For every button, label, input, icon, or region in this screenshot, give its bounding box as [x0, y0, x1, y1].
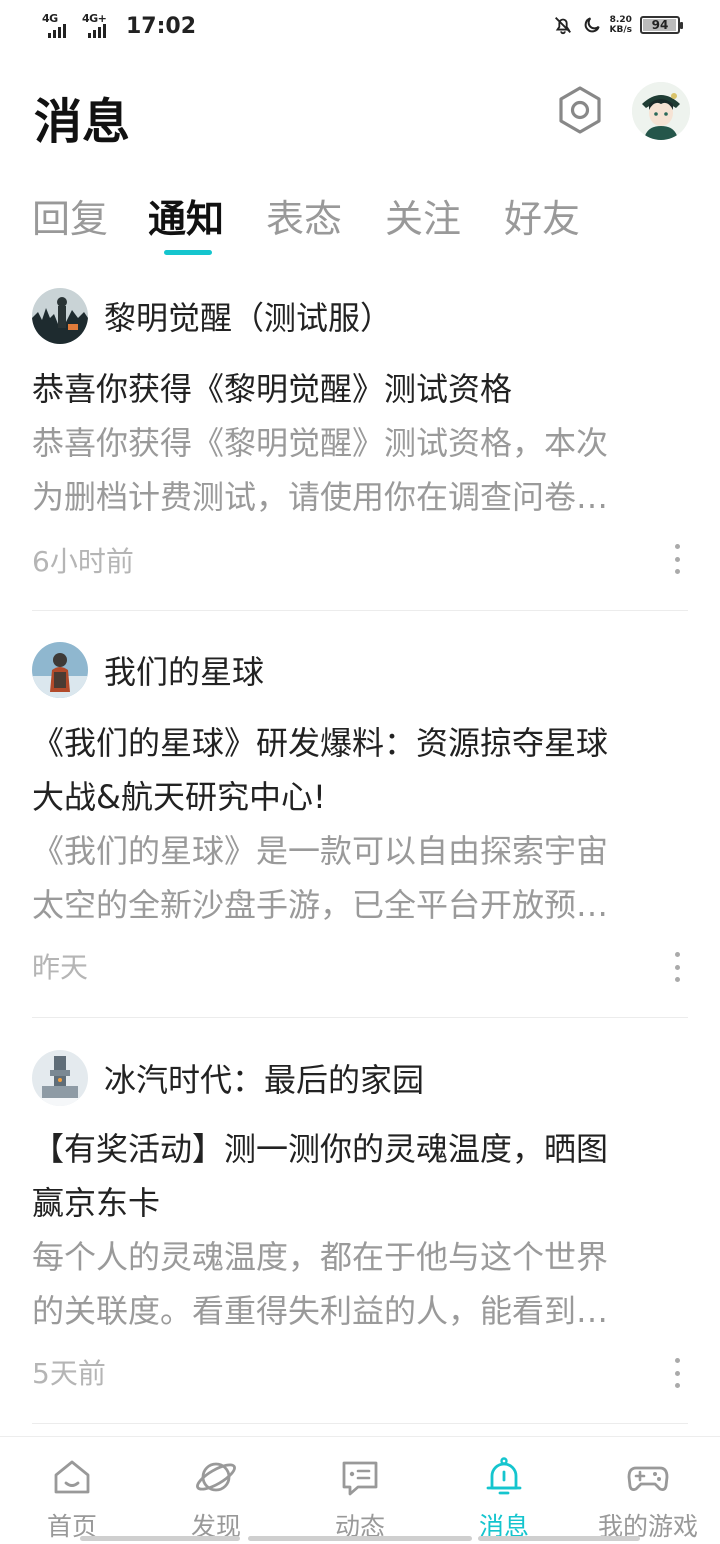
message-title: 恭喜你获得《黎明觉醒》测试资格: [32, 370, 513, 408]
message-title-line: 大战&航天研究中心!: [32, 778, 326, 816]
message-time: 6小时前: [32, 545, 134, 578]
sender-name: 黎明觉醒（测试服）: [104, 299, 393, 337]
more-options-icon[interactable]: [672, 544, 682, 574]
message-body-line: 的关联度。看重得失利益的人，能看到…: [32, 1292, 609, 1330]
page-title: 消息: [34, 94, 131, 150]
more-options-icon[interactable]: [672, 952, 682, 982]
tab-friends[interactable]: 好友: [504, 188, 580, 243]
message-title-line: 《我们的星球》研发爆料：资源掠夺星球: [32, 724, 609, 762]
moon-icon: [584, 17, 600, 33]
nav-messages[interactable]: 消息: [432, 1437, 576, 1544]
bottom-nav: 首页 发现 动态 消息 我的游戏: [0, 1436, 720, 1544]
battery-icon: 94: [640, 16, 683, 34]
tab-active-indicator: [164, 250, 212, 255]
net-speed: 8.20 KB/s: [610, 15, 632, 35]
battery-level: 94: [651, 18, 669, 32]
list-item[interactable]: 冰汽时代：最后的家园 【有奖活动】测一测你的灵魂温度，晒图 赢京东卡 每个人的灵…: [32, 1050, 688, 1400]
list-item[interactable]: 黎明觉醒（测试服） 恭喜你获得《黎明觉醒》测试资格 恭喜你获得《黎明觉醒》测试资…: [32, 288, 688, 588]
user-avatar[interactable]: [632, 82, 690, 140]
gesture-bar: [80, 1536, 240, 1541]
tab-reply[interactable]: 回复: [32, 188, 108, 243]
net-speed-unit: KB/s: [609, 25, 632, 35]
message-body-line: 《我们的星球》是一款可以自由探索宇宙: [32, 832, 609, 870]
message-body-line: 每个人的灵魂温度，都在于他与这个世界: [32, 1238, 609, 1276]
divider: [32, 610, 688, 611]
sender-name: 冰汽时代：最后的家园: [104, 1061, 425, 1099]
sender-avatar[interactable]: [32, 288, 88, 344]
tab-follow[interactable]: 关注: [385, 188, 461, 243]
tab-bar: 回复 通知 表态 关注 好友: [0, 180, 720, 260]
tab-reaction[interactable]: 表态: [266, 188, 342, 243]
message-body-line: 太空的全新沙盘手游，已全平台开放预…: [32, 886, 609, 924]
sender-avatar[interactable]: [32, 1050, 88, 1106]
message-title-line: 赢京东卡: [32, 1184, 161, 1222]
message-body-line: 恭喜你获得《黎明觉醒》测试资格，本次: [32, 424, 609, 462]
more-options-icon[interactable]: [672, 1358, 682, 1388]
divider: [32, 1017, 688, 1018]
planet-icon: [196, 1462, 236, 1492]
tab-notice[interactable]: 通知: [148, 188, 224, 243]
bell-icon: [486, 1457, 522, 1495]
chat-card-icon: [342, 1461, 378, 1496]
mute-bell-icon: [554, 17, 571, 35]
nav-feed[interactable]: 动态: [288, 1437, 432, 1544]
clock: 17:02: [126, 13, 197, 39]
net-speed-value: 8.20: [609, 15, 632, 25]
message-time: 5天前: [32, 1357, 106, 1390]
signal-icon: 4G: [42, 12, 74, 40]
nav-discover[interactable]: 发现: [144, 1437, 288, 1544]
sender-name: 我们的星球: [104, 653, 265, 691]
nav-my-games[interactable]: 我的游戏: [576, 1437, 720, 1544]
signal-icon: 4G+: [82, 12, 114, 40]
hexagon-settings-icon[interactable]: [554, 84, 606, 136]
home-icon: [54, 1460, 90, 1494]
message-title-line: 【有奖活动】测一测你的灵魂温度，晒图: [32, 1130, 609, 1168]
gamepad-icon: [627, 1466, 669, 1491]
gesture-bar: [478, 1536, 640, 1541]
list-item[interactable]: 我们的星球 《我们的星球》研发爆料：资源掠夺星球 大战&航天研究中心! 《我们的…: [32, 642, 688, 992]
nav-home[interactable]: 首页: [0, 1437, 144, 1544]
message-time: 昨天: [32, 951, 89, 984]
status-bar: 4G 4G+ 17:02 8.20 KB/s 94: [0, 0, 720, 56]
gesture-bar: [248, 1536, 472, 1541]
sender-avatar[interactable]: [32, 642, 88, 698]
divider: [32, 1423, 688, 1424]
message-body-line: 为删档计费测试，请使用你在调查问卷…: [32, 478, 609, 516]
page-header: 消息: [0, 70, 720, 160]
